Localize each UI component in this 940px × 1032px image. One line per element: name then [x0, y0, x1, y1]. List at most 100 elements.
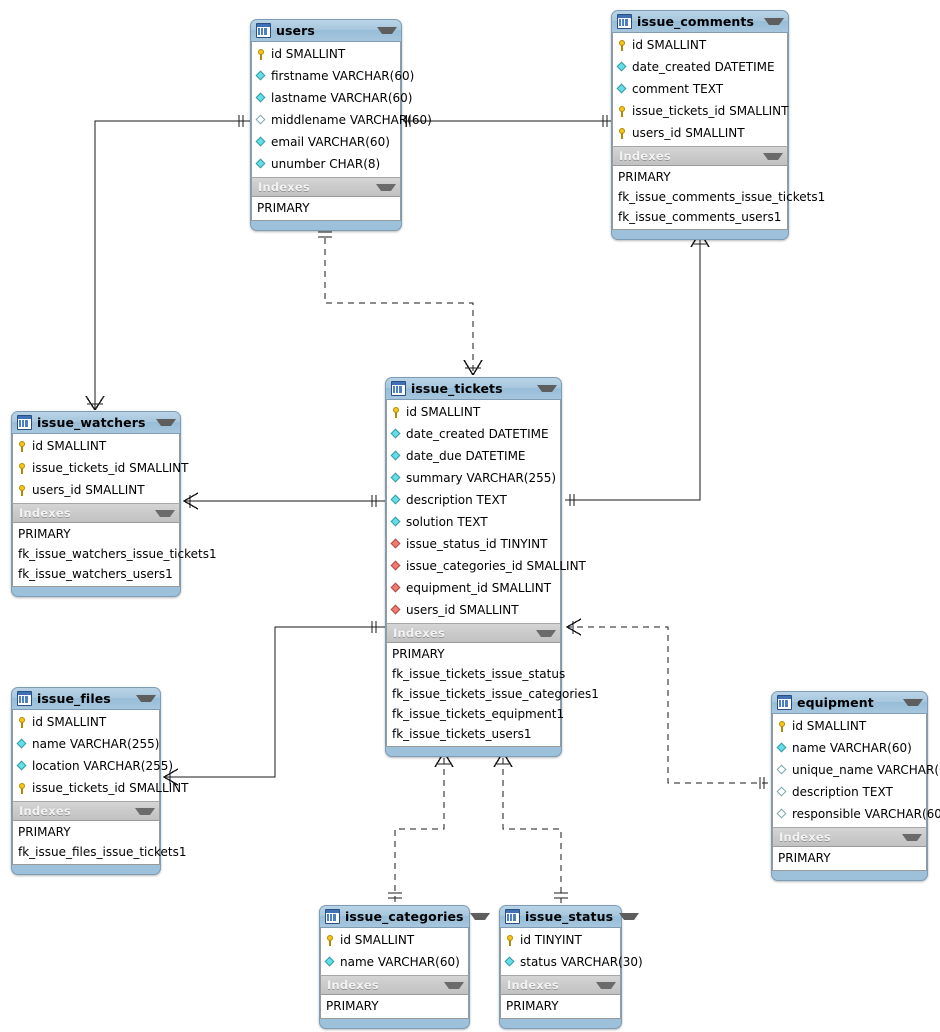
diamond-fk-icon	[391, 583, 402, 594]
index-row[interactable]: fk_issue_tickets_equipment1	[387, 704, 564, 724]
column-row[interactable]: firstname VARCHAR(60)	[252, 65, 414, 87]
column-row[interactable]: issue_status_id TINYINT	[387, 533, 560, 555]
column-row[interactable]: status VARCHAR(30)	[501, 951, 643, 973]
index-row[interactable]: PRIMARY	[252, 198, 400, 218]
index-row[interactable]: PRIMARY	[501, 996, 620, 1016]
column-row[interactable]: id SMALLINT	[773, 715, 926, 737]
column-row[interactable]: issue_tickets_id SMALLINT	[13, 457, 189, 479]
column-row[interactable]: name VARCHAR(60)	[773, 737, 926, 759]
index-row[interactable]: fk_issue_tickets_issue_status	[387, 664, 565, 684]
chevron-down-icon[interactable]	[764, 18, 784, 25]
table-issue_comments[interactable]: issue_comments id SMALLINT date_created DA…	[611, 10, 825, 240]
chevron-down-icon[interactable]	[444, 981, 464, 989]
table-header-issue_watchers[interactable]: issue_watchers	[12, 412, 180, 434]
table-header-users[interactable]: users	[251, 20, 401, 42]
indexes-label: Indexes	[779, 830, 831, 844]
column-row[interactable]: description TEXT	[387, 489, 560, 511]
table-issue_tickets[interactable]: issue_tickets id SMALLINT date_created DAT…	[385, 377, 599, 757]
table-header-issue_tickets[interactable]: issue_tickets	[386, 378, 561, 400]
index-row[interactable]: PRIMARY	[773, 848, 926, 868]
chevron-down-icon[interactable]	[537, 385, 557, 392]
chevron-down-icon[interactable]	[536, 629, 556, 637]
column-row[interactable]: description TEXT	[773, 781, 926, 803]
column-row[interactable]: name VARCHAR(255)	[13, 733, 159, 755]
column-row[interactable]: id SMALLINT	[387, 401, 560, 423]
index-row[interactable]: fk_issue_watchers_users1	[13, 564, 179, 584]
index-row[interactable]: PRIMARY	[13, 822, 159, 842]
table-issue_categories[interactable]: issue_categories id SMALLINT name VARCHAR(…	[319, 905, 490, 1029]
table-equipment[interactable]: equipment id SMALLINT name VARCHAR(60) uniq…	[771, 691, 940, 881]
column-row[interactable]: solution TEXT	[387, 511, 560, 533]
column-row[interactable]: equipment_id SMALLINT	[387, 577, 560, 599]
column-row[interactable]: id SMALLINT	[13, 435, 179, 457]
table-header-issue_status[interactable]: issue_status	[500, 906, 640, 928]
eer-diagram-canvas[interactable]: users id SMALLINT firstname VARCHAR(60) las…	[0, 0, 940, 1032]
indexes-header-issue_comments[interactable]: Indexes	[612, 146, 788, 166]
table-issue_watchers[interactable]: issue_watchers id SMALLINT issue_tickets_i…	[11, 411, 217, 597]
table-header-issue_files[interactable]: issue_files	[12, 688, 160, 710]
column-row[interactable]: id SMALLINT	[613, 34, 787, 56]
column-row[interactable]: unique_name VARCHAR(60)	[773, 759, 940, 781]
index-list-users: PRIMARY	[251, 197, 401, 221]
column-row[interactable]: name VARCHAR(60)	[321, 951, 468, 973]
chevron-down-icon[interactable]	[156, 419, 176, 426]
chevron-down-icon[interactable]	[903, 699, 923, 706]
column-row[interactable]: unumber CHAR(8)	[252, 153, 400, 175]
table-header-issue_comments[interactable]: issue_comments	[612, 11, 788, 33]
column-row[interactable]: email VARCHAR(60)	[252, 131, 400, 153]
column-row[interactable]: users_id SMALLINT	[613, 122, 787, 144]
chevron-down-icon[interactable]	[136, 695, 156, 702]
indexes-header-equipment[interactable]: Indexes	[772, 827, 927, 847]
column-row[interactable]: id SMALLINT	[252, 43, 400, 65]
chevron-down-icon[interactable]	[469, 913, 490, 920]
index-row[interactable]: fk_issue_comments_issue_tickets1	[613, 187, 825, 207]
column-row[interactable]: id SMALLINT	[13, 711, 159, 733]
column-row[interactable]: date_created DATETIME	[613, 56, 787, 78]
indexes-header-users[interactable]: Indexes	[251, 177, 401, 197]
chevron-down-icon[interactable]	[377, 27, 397, 34]
chevron-down-icon[interactable]	[596, 981, 616, 989]
index-row[interactable]: PRIMARY	[13, 524, 179, 544]
index-row[interactable]: PRIMARY	[387, 644, 560, 664]
indexes-header-issue_status[interactable]: Indexes	[500, 975, 621, 995]
chevron-down-icon[interactable]	[155, 509, 175, 517]
chevron-down-icon[interactable]	[376, 183, 396, 191]
index-row[interactable]: PRIMARY	[613, 167, 787, 187]
column-row[interactable]: date_created DATETIME	[387, 423, 560, 445]
column-row[interactable]: issue_categories_id SMALLINT	[387, 555, 586, 577]
indexes-header-issue_categories[interactable]: Indexes	[320, 975, 469, 995]
table-issue_files[interactable]: issue_files id SMALLINT name VARCHAR(255) l…	[11, 687, 189, 875]
table-header-equipment[interactable]: equipment	[772, 692, 927, 714]
column-row[interactable]: date_due DATETIME	[387, 445, 560, 467]
chevron-down-icon[interactable]	[135, 807, 155, 815]
chevron-down-icon[interactable]	[619, 913, 640, 920]
indexes-header-issue_watchers[interactable]: Indexes	[12, 503, 180, 523]
index-row[interactable]: fk_issue_watchers_issue_tickets1	[13, 544, 217, 564]
column-label: description TEXT	[406, 493, 507, 507]
column-row[interactable]: issue_tickets_id SMALLINT	[613, 100, 789, 122]
column-row[interactable]: responsible VARCHAR(60)	[773, 803, 940, 825]
column-row[interactable]: users_id SMALLINT	[387, 599, 560, 621]
index-row[interactable]: fk_issue_comments_users1	[613, 207, 787, 227]
column-row[interactable]: id TINYINT	[501, 929, 620, 951]
column-row[interactable]: location VARCHAR(255)	[13, 755, 173, 777]
indexes-header-issue_files[interactable]: Indexes	[12, 801, 160, 821]
column-row[interactable]: issue_tickets_id SMALLINT	[13, 777, 189, 799]
column-row[interactable]: comment TEXT	[613, 78, 787, 100]
column-row[interactable]: lastname VARCHAR(60)	[252, 87, 412, 109]
table-users[interactable]: users id SMALLINT firstname VARCHAR(60) las…	[250, 19, 432, 231]
index-row[interactable]: fk_issue_tickets_users1	[387, 724, 560, 744]
chevron-down-icon[interactable]	[902, 833, 922, 841]
indexes-header-issue_tickets[interactable]: Indexes	[386, 623, 561, 643]
index-row[interactable]: PRIMARY	[321, 996, 468, 1016]
column-row[interactable]: middlename VARCHAR(60)	[252, 109, 432, 131]
index-row[interactable]: fk_issue_tickets_issue_categories1	[387, 684, 599, 704]
chevron-down-icon[interactable]	[763, 152, 783, 160]
table-issue_status[interactable]: issue_status id TINYINT status VARCHAR(30)…	[499, 905, 643, 1029]
column-label: date_created DATETIME	[632, 60, 775, 74]
index-row[interactable]: fk_issue_files_issue_tickets1	[13, 842, 187, 862]
column-row[interactable]: id SMALLINT	[321, 929, 468, 951]
table-header-issue_categories[interactable]: issue_categories	[320, 906, 490, 928]
column-row[interactable]: summary VARCHAR(255)	[387, 467, 560, 489]
column-row[interactable]: users_id SMALLINT	[13, 479, 179, 501]
